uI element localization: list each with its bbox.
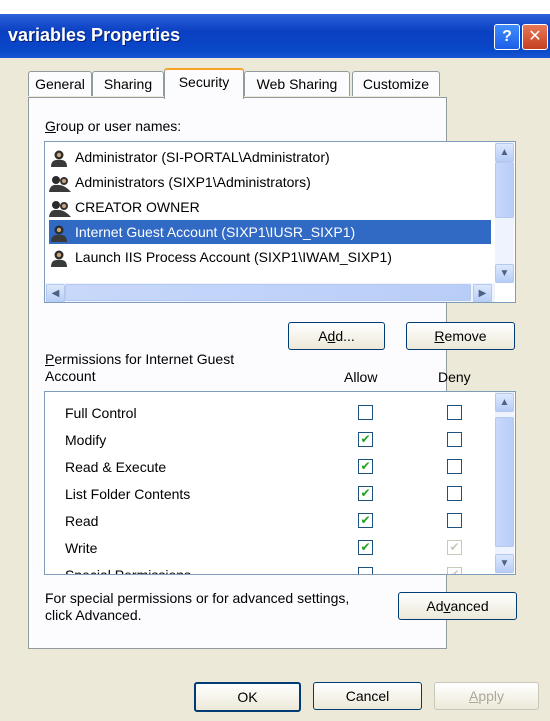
apply-button[interactable]: Apply (434, 682, 539, 710)
scroll-up-button[interactable]: ▲ (495, 143, 514, 162)
deny-checkbox[interactable] (447, 486, 462, 501)
deny-checkbox[interactable] (447, 459, 462, 474)
scroll-left-button[interactable]: ◀ (46, 284, 65, 302)
group-or-user-names-label: Group or user names: (45, 118, 182, 134)
title-bar[interactable]: variables Properties ? ✕ (0, 14, 550, 58)
user-list-item[interactable]: Administrator (SI-PORTAL\Administrator) (49, 145, 330, 169)
user-name: CREATOR OWNER (75, 199, 200, 215)
permissions-label: Permissions for Internet Guest Account (45, 351, 235, 384)
permission-row: List Folder Contents ✔ (45, 481, 495, 508)
permission-name: Write (65, 540, 98, 556)
perm-scroll-thumb[interactable] (495, 417, 514, 547)
user-icon (49, 249, 71, 268)
permission-row: Read ✔ (45, 508, 495, 535)
permission-name: List Folder Contents (65, 486, 191, 502)
deny-checkbox[interactable] (447, 513, 462, 528)
user-list-item[interactable]: CREATOR OWNER (49, 195, 200, 219)
deny-checkbox: ✔ (447, 567, 462, 574)
deny-checkbox[interactable] (447, 405, 462, 420)
add-button[interactable]: Add... (288, 322, 385, 350)
advanced-button[interactable]: Advanced (398, 592, 517, 620)
permission-row: Full Control (45, 400, 495, 427)
allow-checkbox[interactable]: ✔ (358, 432, 373, 447)
cancel-button[interactable]: Cancel (313, 682, 422, 710)
advanced-hint-text: For special permissions or for advanced … (45, 590, 350, 623)
group-icon (49, 199, 71, 218)
window-title: variables Properties (8, 25, 181, 45)
tab-web-sharing[interactable]: Web Sharing (244, 71, 350, 96)
deny-checkbox: ✔ (447, 540, 462, 555)
user-name: Administrator (SI-PORTAL\Administrator) (75, 149, 330, 165)
tab-customize[interactable]: Customize (352, 71, 440, 96)
close-button[interactable]: ✕ (522, 24, 548, 50)
allow-checkbox[interactable] (358, 405, 373, 420)
user-list-hscrollbar[interactable]: ◀ ▶ (45, 283, 495, 302)
properties-dialog: variables Properties ? ✕ General Sharing… (0, 0, 550, 721)
user-list-item[interactable]: Administrators (SIXP1\Administrators) (49, 170, 311, 194)
permissions-list[interactable]: Full Control Modify ✔ Read & Execute ✔ List F… (44, 391, 516, 575)
user-list[interactable]: Administrator (SI-PORTAL\Administrator) A… (44, 141, 516, 303)
user-list-item[interactable]: Internet Guest Account (SIXP1\IUSR_SIXP1… (49, 220, 491, 244)
deny-checkbox[interactable] (447, 432, 462, 447)
permission-name: Modify (65, 432, 107, 448)
user-name: Launch IIS Process Account (SIXP1\IWAM_S… (75, 249, 392, 265)
permission-name: Special Permissions (65, 567, 192, 575)
user-name: Administrators (SIXP1\Administrators) (75, 174, 311, 190)
tab-security[interactable]: Security (164, 68, 244, 99)
scroll-thumb[interactable] (495, 162, 514, 218)
permission-name: Full Control (65, 405, 137, 421)
deny-column-header: Deny (438, 369, 471, 385)
scroll-right-button[interactable]: ▶ (473, 284, 492, 302)
remove-button[interactable]: Remove (406, 322, 515, 350)
user-icon (49, 224, 71, 243)
tab-sharing[interactable]: Sharing (92, 71, 164, 96)
permissions-vscrollbar[interactable]: ▲ ▼ (495, 392, 514, 574)
user-list-vscrollbar[interactable]: ▲ ▼ (495, 142, 514, 283)
perm-scroll-down-button[interactable]: ▼ (495, 554, 514, 573)
permission-name: Read & Execute (65, 459, 167, 475)
allow-checkbox[interactable]: ✔ (358, 486, 373, 501)
allow-checkbox[interactable]: ✔ (358, 513, 373, 528)
tab-general[interactable]: General (28, 71, 92, 96)
allow-column-header: Allow (344, 369, 378, 385)
permission-name: Read (65, 513, 99, 529)
permission-row: Special Permissions ✔ (45, 562, 495, 575)
ok-button[interactable]: OK (194, 682, 301, 712)
group-icon (49, 174, 71, 193)
hscroll-thumb[interactable] (65, 284, 471, 301)
help-button[interactable]: ? (494, 24, 520, 50)
perm-scroll-up-button[interactable]: ▲ (495, 393, 514, 412)
permission-row: Read & Execute ✔ (45, 454, 495, 481)
allow-checkbox[interactable]: ✔ (358, 459, 373, 474)
allow-checkbox[interactable] (358, 567, 373, 574)
allow-checkbox[interactable]: ✔ (358, 540, 373, 555)
scroll-down-button[interactable]: ▼ (495, 264, 514, 283)
user-list-item[interactable]: Launch IIS Process Account (SIXP1\IWAM_S… (49, 245, 392, 269)
user-icon (49, 149, 71, 168)
desktop-strip (0, 0, 550, 14)
user-name: Internet Guest Account (SIXP1\IUSR_SIXP1… (75, 224, 356, 240)
permission-row: Modify ✔ (45, 427, 495, 454)
permission-row: Write ✔ ✔ (45, 535, 495, 562)
